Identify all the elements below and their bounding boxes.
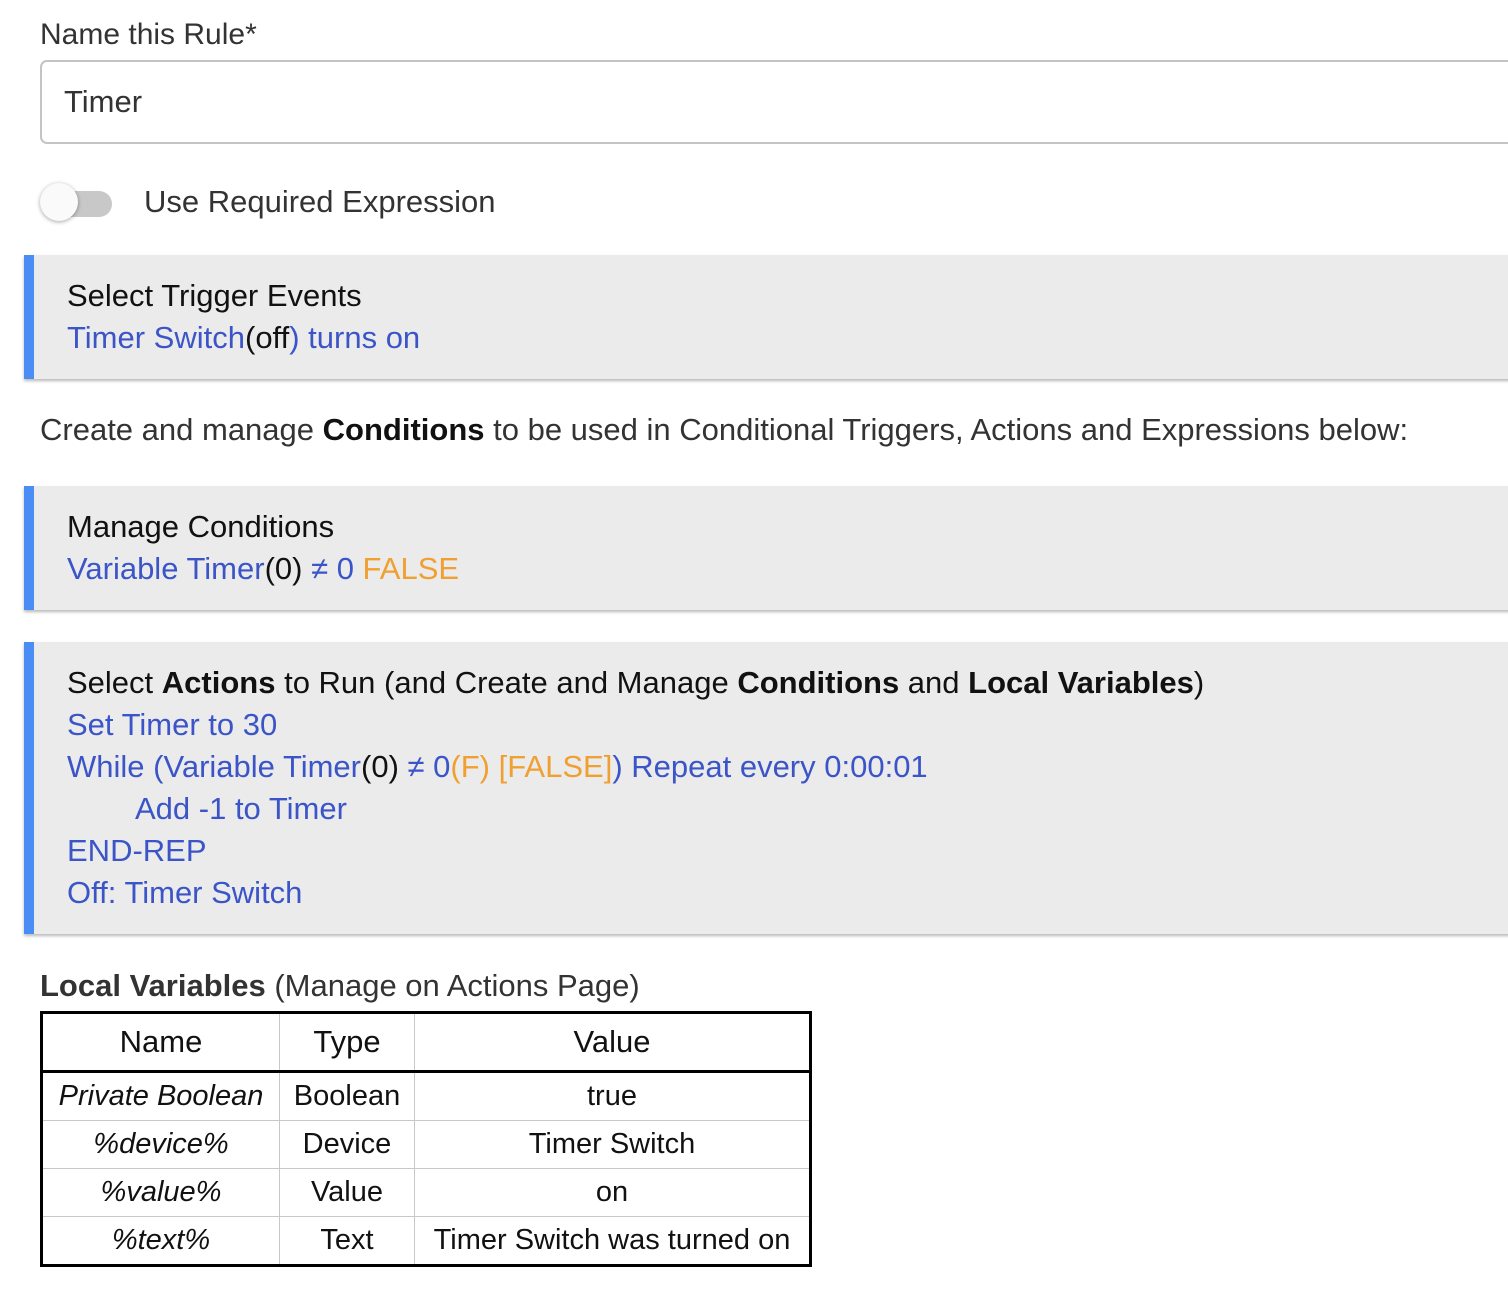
trigger-paren-open: ( — [244, 320, 256, 355]
rule-name-label: Name this Rule* — [40, 18, 257, 51]
condition-result: FALSE — [362, 551, 460, 586]
cell-name: %device% — [41, 1120, 280, 1169]
trigger-state: off — [255, 320, 290, 355]
local-variables-subtitle: (Manage on Actions Page) — [265, 968, 640, 1003]
column-header-value: Value — [414, 1012, 811, 1073]
while-part-e: ) Repeat every 0:00:01 — [612, 749, 928, 784]
trigger-device: Timer Switch — [67, 320, 245, 355]
required-expression-label: Use Required Expression — [144, 184, 496, 219]
actions-title-b3: Local Variables — [968, 665, 1194, 700]
conditions-info-after: to be used in Conditional Triggers, Acti… — [484, 412, 1409, 447]
action-add-timer: Add -1 to Timer — [135, 791, 347, 826]
condition-line: Variable Timer(0) ≠ 0 FALSE — [67, 548, 1508, 590]
conditions-info-text: Create and manage Conditions to be used … — [40, 412, 1408, 448]
actions-title-p2: to Run (and Create and Manage — [275, 665, 738, 700]
condition-comparison: ≠ 0 — [302, 551, 363, 586]
while-part-d: (F) [FALSE] — [450, 749, 613, 784]
actions-title: Select Actions to Run (and Create and Ma… — [67, 662, 1508, 704]
trigger-action: turns on — [299, 320, 421, 355]
local-variables-title: Local Variables — [40, 968, 266, 1003]
table-row: %text% Text Timer Switch was turned on — [41, 1216, 811, 1266]
cell-type: Boolean — [279, 1071, 415, 1121]
table-row: %value% Value on — [41, 1168, 811, 1217]
required-expression-row: Use Required Expression — [40, 172, 496, 232]
trigger-event-line: Timer Switch(off) turns on — [67, 317, 1508, 359]
while-part-a: While (Variable Timer — [67, 749, 362, 784]
cell-value: true — [414, 1071, 811, 1121]
conditions-info-bold: Conditions — [322, 412, 485, 447]
while-part-b: (0) — [361, 749, 399, 784]
trigger-events-title: Select Trigger Events — [67, 278, 362, 313]
table-row: Private Boolean Boolean true — [41, 1071, 811, 1121]
actions-section[interactable]: Select Actions to Run (and Create and Ma… — [24, 642, 1508, 934]
actions-title-b2: Conditions — [737, 665, 900, 700]
action-end-rep: END-REP — [67, 833, 207, 868]
conditions-info-before: Create and manage — [40, 412, 323, 447]
cell-value: on — [414, 1168, 811, 1217]
action-off-switch: Off: Timer Switch — [67, 875, 303, 910]
actions-title-b1: Actions — [161, 665, 276, 700]
cell-type: Device — [279, 1120, 415, 1169]
action-set-timer: Set Timer to 30 — [67, 707, 278, 742]
condition-variable: Variable Timer — [67, 551, 265, 586]
local-variables-heading: Local Variables (Manage on Actions Page) — [40, 968, 640, 1004]
trigger-events-section[interactable]: Select Trigger Events Timer Switch(off) … — [24, 255, 1508, 379]
actions-title-p3: and — [899, 665, 969, 700]
while-part-c: ≠ 0 — [398, 749, 451, 784]
local-variables-table: Name Type Value Private Boolean Boolean … — [40, 1011, 812, 1267]
cell-name: %value% — [41, 1168, 280, 1217]
rule-name-input[interactable] — [40, 60, 1508, 144]
trigger-paren-close: ) — [289, 320, 300, 355]
action-while-loop: While (Variable Timer(0) ≠ 0(F) [FALSE])… — [67, 746, 1508, 788]
column-header-name: Name — [41, 1012, 280, 1073]
required-expression-toggle[interactable] — [40, 182, 116, 222]
manage-conditions-title: Manage Conditions — [67, 509, 335, 544]
table-row: %device% Device Timer Switch — [41, 1120, 811, 1169]
cell-name: %text% — [41, 1216, 280, 1266]
table-header-row: Name Type Value — [41, 1012, 811, 1073]
cell-value: Timer Switch was turned on — [414, 1216, 811, 1266]
cell-type: Value — [279, 1168, 415, 1217]
actions-title-p4: ) — [1193, 665, 1205, 700]
cell-name: Private Boolean — [41, 1071, 280, 1121]
actions-title-p1: Select — [67, 665, 162, 700]
toggle-knob — [40, 183, 78, 221]
cell-value: Timer Switch — [414, 1120, 811, 1169]
column-header-type: Type — [279, 1012, 415, 1073]
cell-type: Text — [279, 1216, 415, 1266]
condition-value: (0) — [264, 551, 303, 586]
manage-conditions-section[interactable]: Manage Conditions Variable Timer(0) ≠ 0 … — [24, 486, 1508, 610]
